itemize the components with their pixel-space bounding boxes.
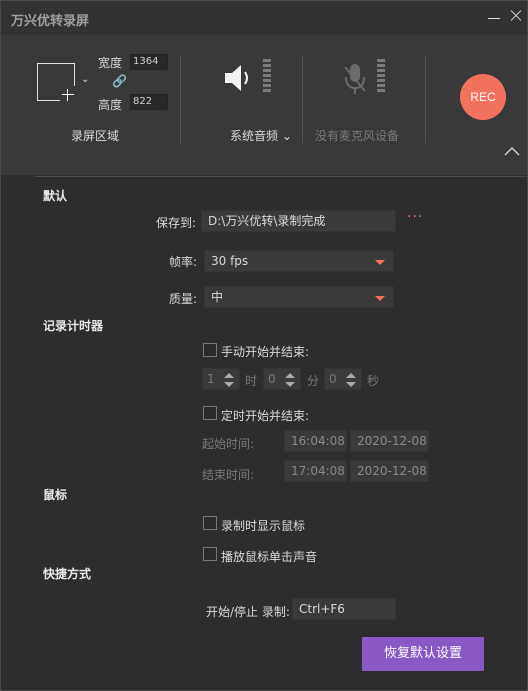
capture-region-icon[interactable]	[37, 63, 78, 104]
show-cursor-label: 录制时显示鼠标	[221, 519, 306, 533]
stepper-up-icon[interactable]	[285, 373, 295, 378]
scheduled-timer-label: 定时开始并结束:	[221, 409, 310, 423]
fps-select[interactable]: 30 fps	[204, 250, 394, 272]
mic-level	[377, 59, 385, 94]
manual-timer-label: 手动开始并结束:	[221, 345, 310, 359]
dropdown-arrow-icon	[375, 260, 385, 265]
toolbar-divider	[425, 55, 426, 143]
save-path-field[interactable]: D:\万兴优转\录制完成	[201, 210, 396, 232]
minimize-icon[interactable]	[485, 7, 503, 25]
stepper-up-icon[interactable]	[346, 373, 356, 378]
close-icon[interactable]	[507, 7, 525, 25]
more-icon[interactable]: ···	[407, 209, 423, 225]
speaker-icon[interactable]	[223, 61, 253, 95]
start-stop-shortcut-label: 开始/停止 录制:	[206, 605, 290, 619]
section-divider	[35, 176, 527, 177]
stepper-down-icon[interactable]	[224, 382, 234, 387]
hours-value: 1	[207, 372, 215, 386]
system-audio-dropdown[interactable]: 系统音频 ⌄	[230, 127, 292, 144]
stepper-down-icon[interactable]	[346, 382, 356, 387]
link-icon[interactable]: 🔗	[112, 74, 127, 88]
system-audio-label: 系统音频	[230, 129, 279, 143]
seconds-unit: 秒	[367, 374, 380, 388]
microphone-disabled-icon	[344, 64, 366, 94]
minutes-stepper[interactable]: 0	[263, 368, 301, 390]
click-sound-label: 播放鼠标单击声音	[221, 550, 318, 564]
end-time-input[interactable]: 17:04:08	[284, 460, 347, 482]
timer-section-title: 记录计时器	[43, 319, 104, 333]
hours-stepper[interactable]: 1	[202, 368, 240, 390]
seconds-stepper[interactable]: 0	[324, 368, 362, 390]
scheduled-timer-checkbox[interactable]	[203, 406, 217, 420]
shortcut-section-title: 快捷方式	[43, 567, 92, 581]
stepper-down-icon[interactable]	[285, 382, 295, 387]
system-audio-level	[263, 59, 271, 94]
start-time-input[interactable]: 16:04:08	[284, 430, 347, 452]
start-date-input[interactable]: 2020-12-08	[350, 430, 429, 452]
quality-select[interactable]: 中	[204, 286, 394, 308]
region-icon-mask	[60, 86, 78, 104]
height-input[interactable]: 822	[130, 94, 168, 110]
click-sound-checkbox[interactable]	[203, 547, 217, 561]
show-cursor-checkbox[interactable]	[203, 516, 217, 530]
mic-caption: 没有麦克风设备	[315, 129, 400, 143]
quality-value: 中	[211, 290, 224, 304]
capture-toolbar	[1, 35, 527, 175]
chevron-down-icon[interactable]: ⌄	[81, 74, 89, 85]
seconds-value: 0	[329, 372, 337, 386]
dropdown-arrow-icon	[375, 296, 385, 301]
app-title: 万兴优转录屏	[11, 14, 90, 29]
minutes-value: 0	[268, 372, 276, 386]
toolbar-divider	[302, 55, 303, 143]
stepper-up-icon[interactable]	[224, 373, 234, 378]
app-window: 万兴优转录屏 ⌄ 宽度 1364 🔗 高度 822 录屏区域 系统音频 ⌄ 没有…	[0, 0, 528, 691]
height-label: 高度	[98, 98, 123, 112]
save-to-label: 保存到:	[156, 216, 197, 230]
toolbar-divider	[180, 55, 181, 143]
title-bar: 万兴优转录屏	[1, 1, 527, 35]
width-input[interactable]: 1364	[130, 54, 168, 70]
hours-unit: 时	[245, 374, 258, 388]
start-stop-shortcut-input[interactable]: Ctrl+F6	[292, 598, 396, 620]
end-date-input[interactable]: 2020-12-08	[350, 460, 429, 482]
start-time-label: 起始时间:	[202, 437, 255, 451]
chevron-up-icon[interactable]	[504, 145, 520, 157]
plus-icon-h	[62, 94, 74, 95]
fps-value: 30 fps	[211, 254, 249, 268]
width-label: 宽度	[98, 56, 123, 70]
quality-label: 质量:	[169, 292, 198, 306]
end-time-label: 结束时间:	[202, 468, 255, 482]
minutes-unit: 分	[307, 374, 320, 388]
plus-icon-v	[67, 89, 68, 101]
mouse-section-title: 鼠标	[43, 488, 68, 502]
manual-timer-checkbox[interactable]	[203, 343, 217, 357]
rec-button[interactable]: REC	[460, 74, 506, 120]
default-section-title: 默认	[43, 189, 68, 203]
fps-label: 帧率:	[169, 255, 198, 269]
region-caption: 录屏区域	[71, 129, 120, 143]
restore-defaults-button[interactable]: 恢复默认设置	[362, 637, 484, 671]
